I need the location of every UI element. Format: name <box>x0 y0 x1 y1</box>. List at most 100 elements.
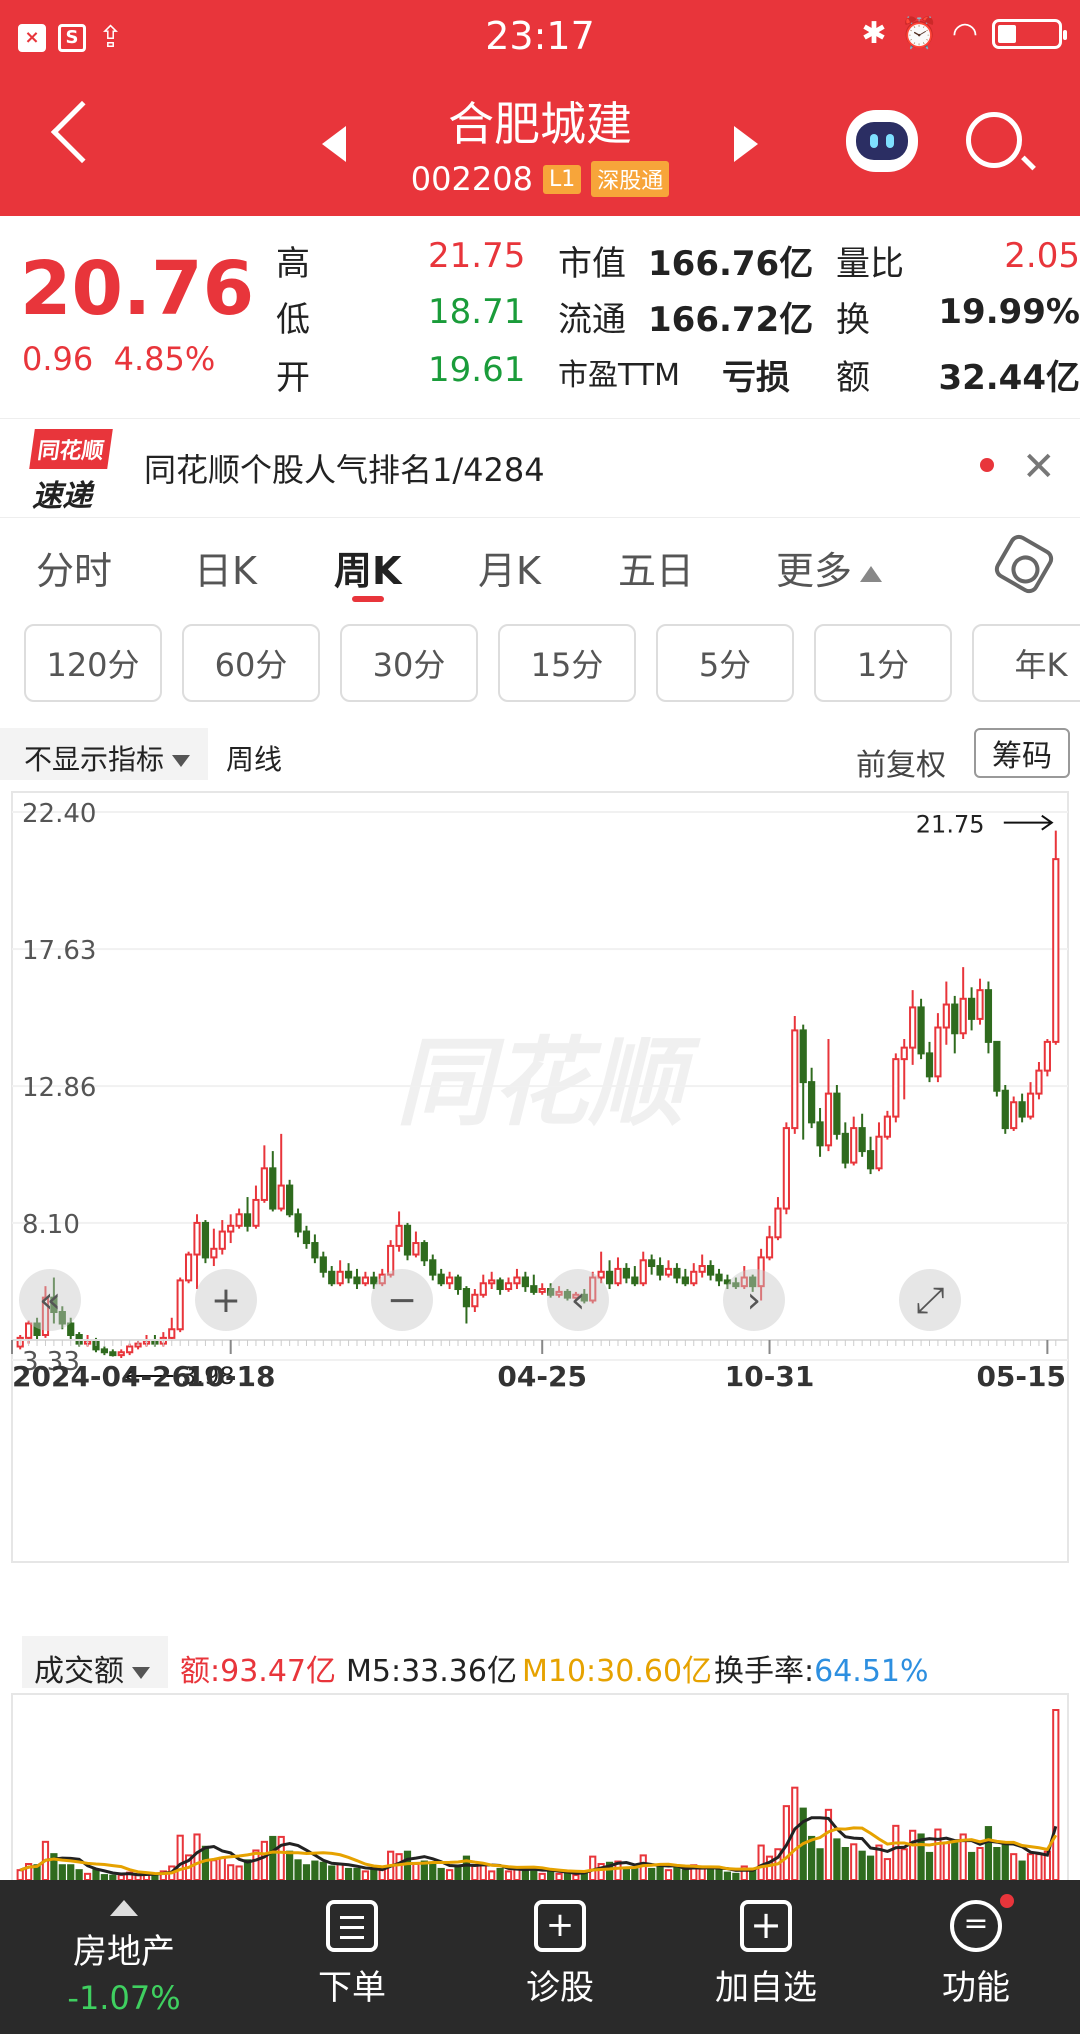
volume-bar <box>715 1869 723 1880</box>
candle-body <box>934 1026 942 1078</box>
high-price-label: 21.75 <box>916 811 985 839</box>
indicator-select[interactable]: 不显示指标 <box>0 728 208 780</box>
volume-bar <box>193 1833 201 1880</box>
candle-body <box>311 1242 319 1259</box>
tab-five-day[interactable]: 五日 <box>618 540 694 595</box>
candle-body <box>353 1276 361 1285</box>
banner-text[interactable]: 同花顺个股人气排名1/4284 <box>144 445 545 491</box>
volume-bar <box>993 1846 1001 1880</box>
candle-body <box>319 1256 327 1273</box>
candle-body <box>126 1345 134 1354</box>
sector-button[interactable]: 房地产 -1.07% <box>34 1900 214 2017</box>
volume-bar <box>429 1861 437 1880</box>
candle-body <box>841 1132 849 1164</box>
add-watchlist-button[interactable]: + 加自选 <box>676 1900 856 2009</box>
volume-bar <box>454 1865 462 1880</box>
candle-body <box>1043 1040 1051 1072</box>
tab-weekly-k[interactable]: 周K <box>334 540 401 595</box>
diagnose-button[interactable]: + 诊股 <box>470 1900 650 2009</box>
candle-body <box>1010 1101 1018 1130</box>
order-document-icon <box>326 1900 378 1952</box>
y-tick-label: 22.40 <box>22 799 96 829</box>
chip-15min[interactable]: 15分 <box>498 624 636 702</box>
candle-body <box>193 1221 201 1256</box>
volume-bar <box>210 1859 218 1880</box>
volume-bar <box>631 1867 639 1880</box>
chip-1min[interactable]: 1分 <box>814 624 952 702</box>
candle-body <box>631 1276 639 1285</box>
candlestick-chart[interactable]: 同花顺 22.4017.6312.868.103.33 21.75 3.98 «… <box>0 786 1080 1566</box>
chip-60min[interactable]: 60分 <box>182 624 320 702</box>
volume-bar <box>235 1865 243 1880</box>
volume-bar <box>942 1842 950 1880</box>
y-tick-label: 12.86 <box>22 1073 96 1103</box>
candle-body <box>690 1270 698 1285</box>
chip-30min[interactable]: 30分 <box>340 624 478 702</box>
robot-assistant-icon[interactable] <box>846 110 918 172</box>
candle-body <box>513 1276 521 1285</box>
volume-bar <box>311 1860 319 1880</box>
volume-bar <box>808 1835 816 1880</box>
close-icon[interactable]: ✕ <box>1022 444 1056 490</box>
notification-dot-icon <box>1000 1894 1014 1908</box>
battery-icon <box>992 18 1067 49</box>
candle-body <box>294 1213 302 1233</box>
candle-body <box>1018 1101 1026 1118</box>
more-triangle-icon <box>860 565 883 582</box>
candle-body <box>109 1351 117 1357</box>
level-tag: L1 <box>542 164 582 194</box>
volume-bar <box>201 1845 210 1880</box>
tab-more[interactable]: 更多 <box>776 540 883 595</box>
chip-120min[interactable]: 120分 <box>24 624 162 702</box>
adjust-button[interactable]: 前复权 <box>856 740 946 784</box>
chips-button[interactable]: 筹码 <box>974 728 1070 778</box>
volume-bar <box>260 1840 268 1880</box>
candle-body <box>909 1006 917 1049</box>
chip-year-k[interactable]: 年K <box>972 624 1080 702</box>
volume-bar <box>445 1869 454 1880</box>
candle-body <box>993 1040 1001 1092</box>
candle-body <box>858 1127 866 1153</box>
volume-chart <box>11 1693 1069 1880</box>
candle-body <box>774 1207 782 1239</box>
chart-header: 不显示指标 周线 前复权 筹码 <box>0 728 1080 786</box>
stock-name: 合肥城建 <box>448 97 632 151</box>
candle-body <box>530 1285 538 1293</box>
volume-bar <box>336 1862 344 1880</box>
volume-bar <box>1052 1709 1060 1880</box>
volume-bar <box>816 1848 824 1880</box>
tab-daily-k[interactable]: 日K <box>194 540 257 595</box>
app-header: × S ⇪ 23:17 ✱ ⏰ ◠ 合肥城建 002208 L1 深股通 <box>0 0 1080 216</box>
candle-body <box>538 1288 546 1293</box>
tab-monthly-k[interactable]: 月K <box>478 540 541 595</box>
candle-body <box>824 1092 833 1147</box>
tab-intraday[interactable]: 分时 <box>36 540 112 595</box>
next-stock-icon[interactable] <box>734 126 758 162</box>
news-banner[interactable]: 同花顺 速递 同花顺个股人气排名1/4284 <box>0 418 1080 518</box>
candle-body <box>782 1127 790 1210</box>
volume-bar <box>723 1871 732 1880</box>
watermark: 同花顺 <box>396 1027 701 1139</box>
volume-bar <box>302 1864 311 1880</box>
candle-body <box>445 1276 454 1285</box>
unread-dot-icon <box>980 458 994 472</box>
candle-body <box>117 1351 125 1357</box>
search-icon[interactable] <box>966 112 1022 168</box>
chart-prev-icon-glyph: ‹ <box>571 1280 585 1321</box>
volume-bar <box>471 1864 479 1880</box>
volume-bar <box>218 1856 226 1880</box>
function-button[interactable]: = 功能 <box>886 1894 1066 2009</box>
zoom-in-icon-glyph: + <box>211 1280 241 1321</box>
x-tick-label: 05-15 <box>976 1360 1066 1393</box>
quote-row: 开 19.61 市盈TTM 亏损 额 32.44亿 <box>276 350 1080 398</box>
candle-body <box>184 1253 193 1282</box>
volume-bar <box>16 1869 24 1880</box>
chip-5min[interactable]: 5分 <box>656 624 794 702</box>
candle-body <box>892 1058 900 1118</box>
candle-body <box>1001 1089 1009 1130</box>
y-tick-label: 17.63 <box>22 936 96 966</box>
volume-bar <box>319 1861 327 1880</box>
stock-code: 002208 <box>410 160 533 198</box>
volume-indicator-select[interactable]: 成交额 <box>22 1636 168 1689</box>
order-button[interactable]: 下单 <box>262 1900 442 2009</box>
